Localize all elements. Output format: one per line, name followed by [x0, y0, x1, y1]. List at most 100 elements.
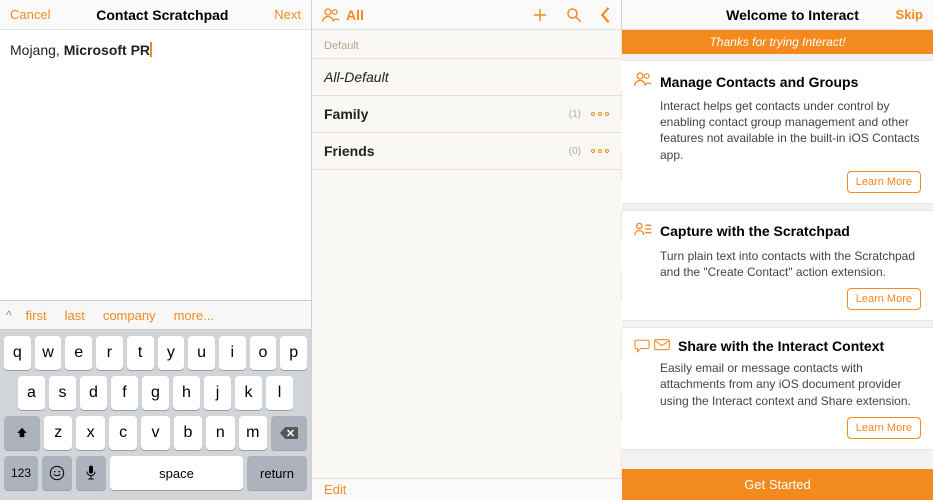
cancel-button[interactable]: Cancel — [10, 7, 50, 22]
key-row-3: z x c v b n m — [4, 416, 307, 450]
key-y[interactable]: y — [158, 336, 185, 370]
typed-text-bold: Microsoft PR — [64, 42, 150, 58]
shift-icon — [15, 426, 29, 440]
spacer — [0, 70, 311, 300]
suggest-last[interactable]: last — [61, 306, 89, 325]
chat-icon — [634, 339, 670, 353]
key-q[interactable]: q — [4, 336, 31, 370]
key-o[interactable]: o — [250, 336, 277, 370]
key-m[interactable]: m — [239, 416, 267, 450]
key-z[interactable]: z — [44, 416, 72, 450]
feature-card: Capture with the Scratchpad Turn plain t… — [622, 210, 933, 321]
more-icon[interactable] — [591, 149, 609, 153]
numbers-key[interactable]: 123 — [4, 456, 38, 490]
bottom-toolbar: Edit — [312, 478, 621, 500]
suggest-company[interactable]: company — [99, 306, 160, 325]
nav-title: Contact Scratchpad — [96, 7, 228, 23]
key-r[interactable]: r — [96, 336, 123, 370]
key-n[interactable]: n — [206, 416, 234, 450]
backspace-icon — [280, 426, 298, 440]
card-title: Capture with the Scratchpad — [660, 223, 850, 239]
key-a[interactable]: a — [18, 376, 45, 410]
group-row[interactable]: Friends (0) — [312, 133, 621, 170]
key-b[interactable]: b — [174, 416, 202, 450]
key-w[interactable]: w — [35, 336, 62, 370]
key-d[interactable]: d — [80, 376, 107, 410]
suggest-more[interactable]: more... — [170, 306, 218, 325]
nav-title: Welcome to Interact — [726, 7, 859, 23]
caret-icon[interactable]: ^ — [6, 308, 12, 322]
key-u[interactable]: u — [188, 336, 215, 370]
key-k[interactable]: k — [235, 376, 262, 410]
section-header: Default — [312, 30, 621, 59]
key-x[interactable]: x — [76, 416, 104, 450]
backspace-key[interactable] — [271, 416, 307, 450]
all-contacts-button[interactable]: All — [322, 7, 364, 23]
person-lines-icon — [634, 221, 652, 242]
envelope-icon — [654, 339, 670, 351]
key-row-4: 123 space return — [4, 456, 307, 490]
key-row-1: q w e r t y u i o p — [4, 336, 307, 370]
key-j[interactable]: j — [204, 376, 231, 410]
people-icon — [634, 71, 652, 92]
plus-icon — [531, 6, 549, 24]
learn-more-button[interactable]: Learn More — [847, 288, 921, 310]
people-icon — [322, 7, 340, 23]
group-count: (0) — [569, 146, 581, 157]
keyboard: q w e r t y u i o p a s d f g h j k l z — [0, 330, 311, 500]
search-button[interactable] — [565, 6, 583, 24]
learn-more-button[interactable]: Learn More — [847, 417, 921, 439]
key-s[interactable]: s — [49, 376, 76, 410]
dictation-key[interactable] — [76, 456, 106, 490]
group-name: Friends — [324, 143, 569, 159]
key-row-2: a s d f g h j k l — [4, 376, 307, 410]
suggest-first[interactable]: first — [22, 306, 51, 325]
group-name: Family — [324, 106, 569, 122]
learn-more-button[interactable]: Learn More — [847, 171, 921, 193]
key-c[interactable]: c — [109, 416, 137, 450]
microphone-icon — [85, 465, 97, 481]
key-l[interactable]: l — [266, 376, 293, 410]
group-count: (1) — [569, 109, 581, 120]
group-row[interactable]: All-Default — [312, 59, 621, 96]
back-button[interactable] — [599, 6, 611, 24]
feature-card: Share with the Interact Context Easily e… — [622, 327, 933, 450]
nav-bar: Welcome to Interact Skip — [622, 0, 933, 30]
key-i[interactable]: i — [219, 336, 246, 370]
edit-button[interactable]: Edit — [324, 482, 346, 497]
group-name: All-Default — [324, 69, 609, 85]
all-label: All — [346, 7, 364, 23]
thanks-banner: Thanks for trying Interact! — [622, 30, 933, 54]
feature-card: Manage Contacts and Groups Interact help… — [622, 60, 933, 204]
groups-screen: All Default All-Default Family (1) Frien… — [311, 0, 622, 500]
key-p[interactable]: p — [280, 336, 307, 370]
more-icon[interactable] — [591, 112, 609, 116]
scratchpad-textarea[interactable]: Mojang, Microsoft PR — [0, 30, 311, 70]
return-key[interactable]: return — [247, 456, 307, 490]
typed-text: Mojang, — [10, 42, 64, 58]
key-v[interactable]: v — [141, 416, 169, 450]
get-started-button[interactable]: Get Started — [622, 469, 933, 500]
emoji-key[interactable] — [42, 456, 72, 490]
nav-bar: Cancel Contact Scratchpad Next — [0, 0, 311, 30]
key-e[interactable]: e — [65, 336, 92, 370]
add-button[interactable] — [531, 6, 549, 24]
space-key[interactable]: space — [110, 456, 243, 490]
shift-key[interactable] — [4, 416, 40, 450]
card-title: Share with the Interact Context — [678, 338, 884, 354]
search-icon — [565, 6, 583, 24]
group-row[interactable]: Family (1) — [312, 96, 621, 133]
key-g[interactable]: g — [142, 376, 169, 410]
key-t[interactable]: t — [127, 336, 154, 370]
key-f[interactable]: f — [111, 376, 138, 410]
skip-button[interactable]: Skip — [896, 7, 923, 22]
suggestion-bar: ^ first last company more... — [0, 300, 311, 330]
welcome-screen: Welcome to Interact Skip Thanks for tryi… — [622, 0, 933, 500]
next-button[interactable]: Next — [274, 7, 301, 22]
key-h[interactable]: h — [173, 376, 200, 410]
card-body: Easily email or message contacts with at… — [634, 360, 921, 409]
text-cursor — [150, 42, 152, 57]
card-body: Interact helps get contacts under contro… — [634, 98, 921, 163]
nav-bar: All — [312, 0, 621, 30]
card-title: Manage Contacts and Groups — [660, 74, 858, 90]
